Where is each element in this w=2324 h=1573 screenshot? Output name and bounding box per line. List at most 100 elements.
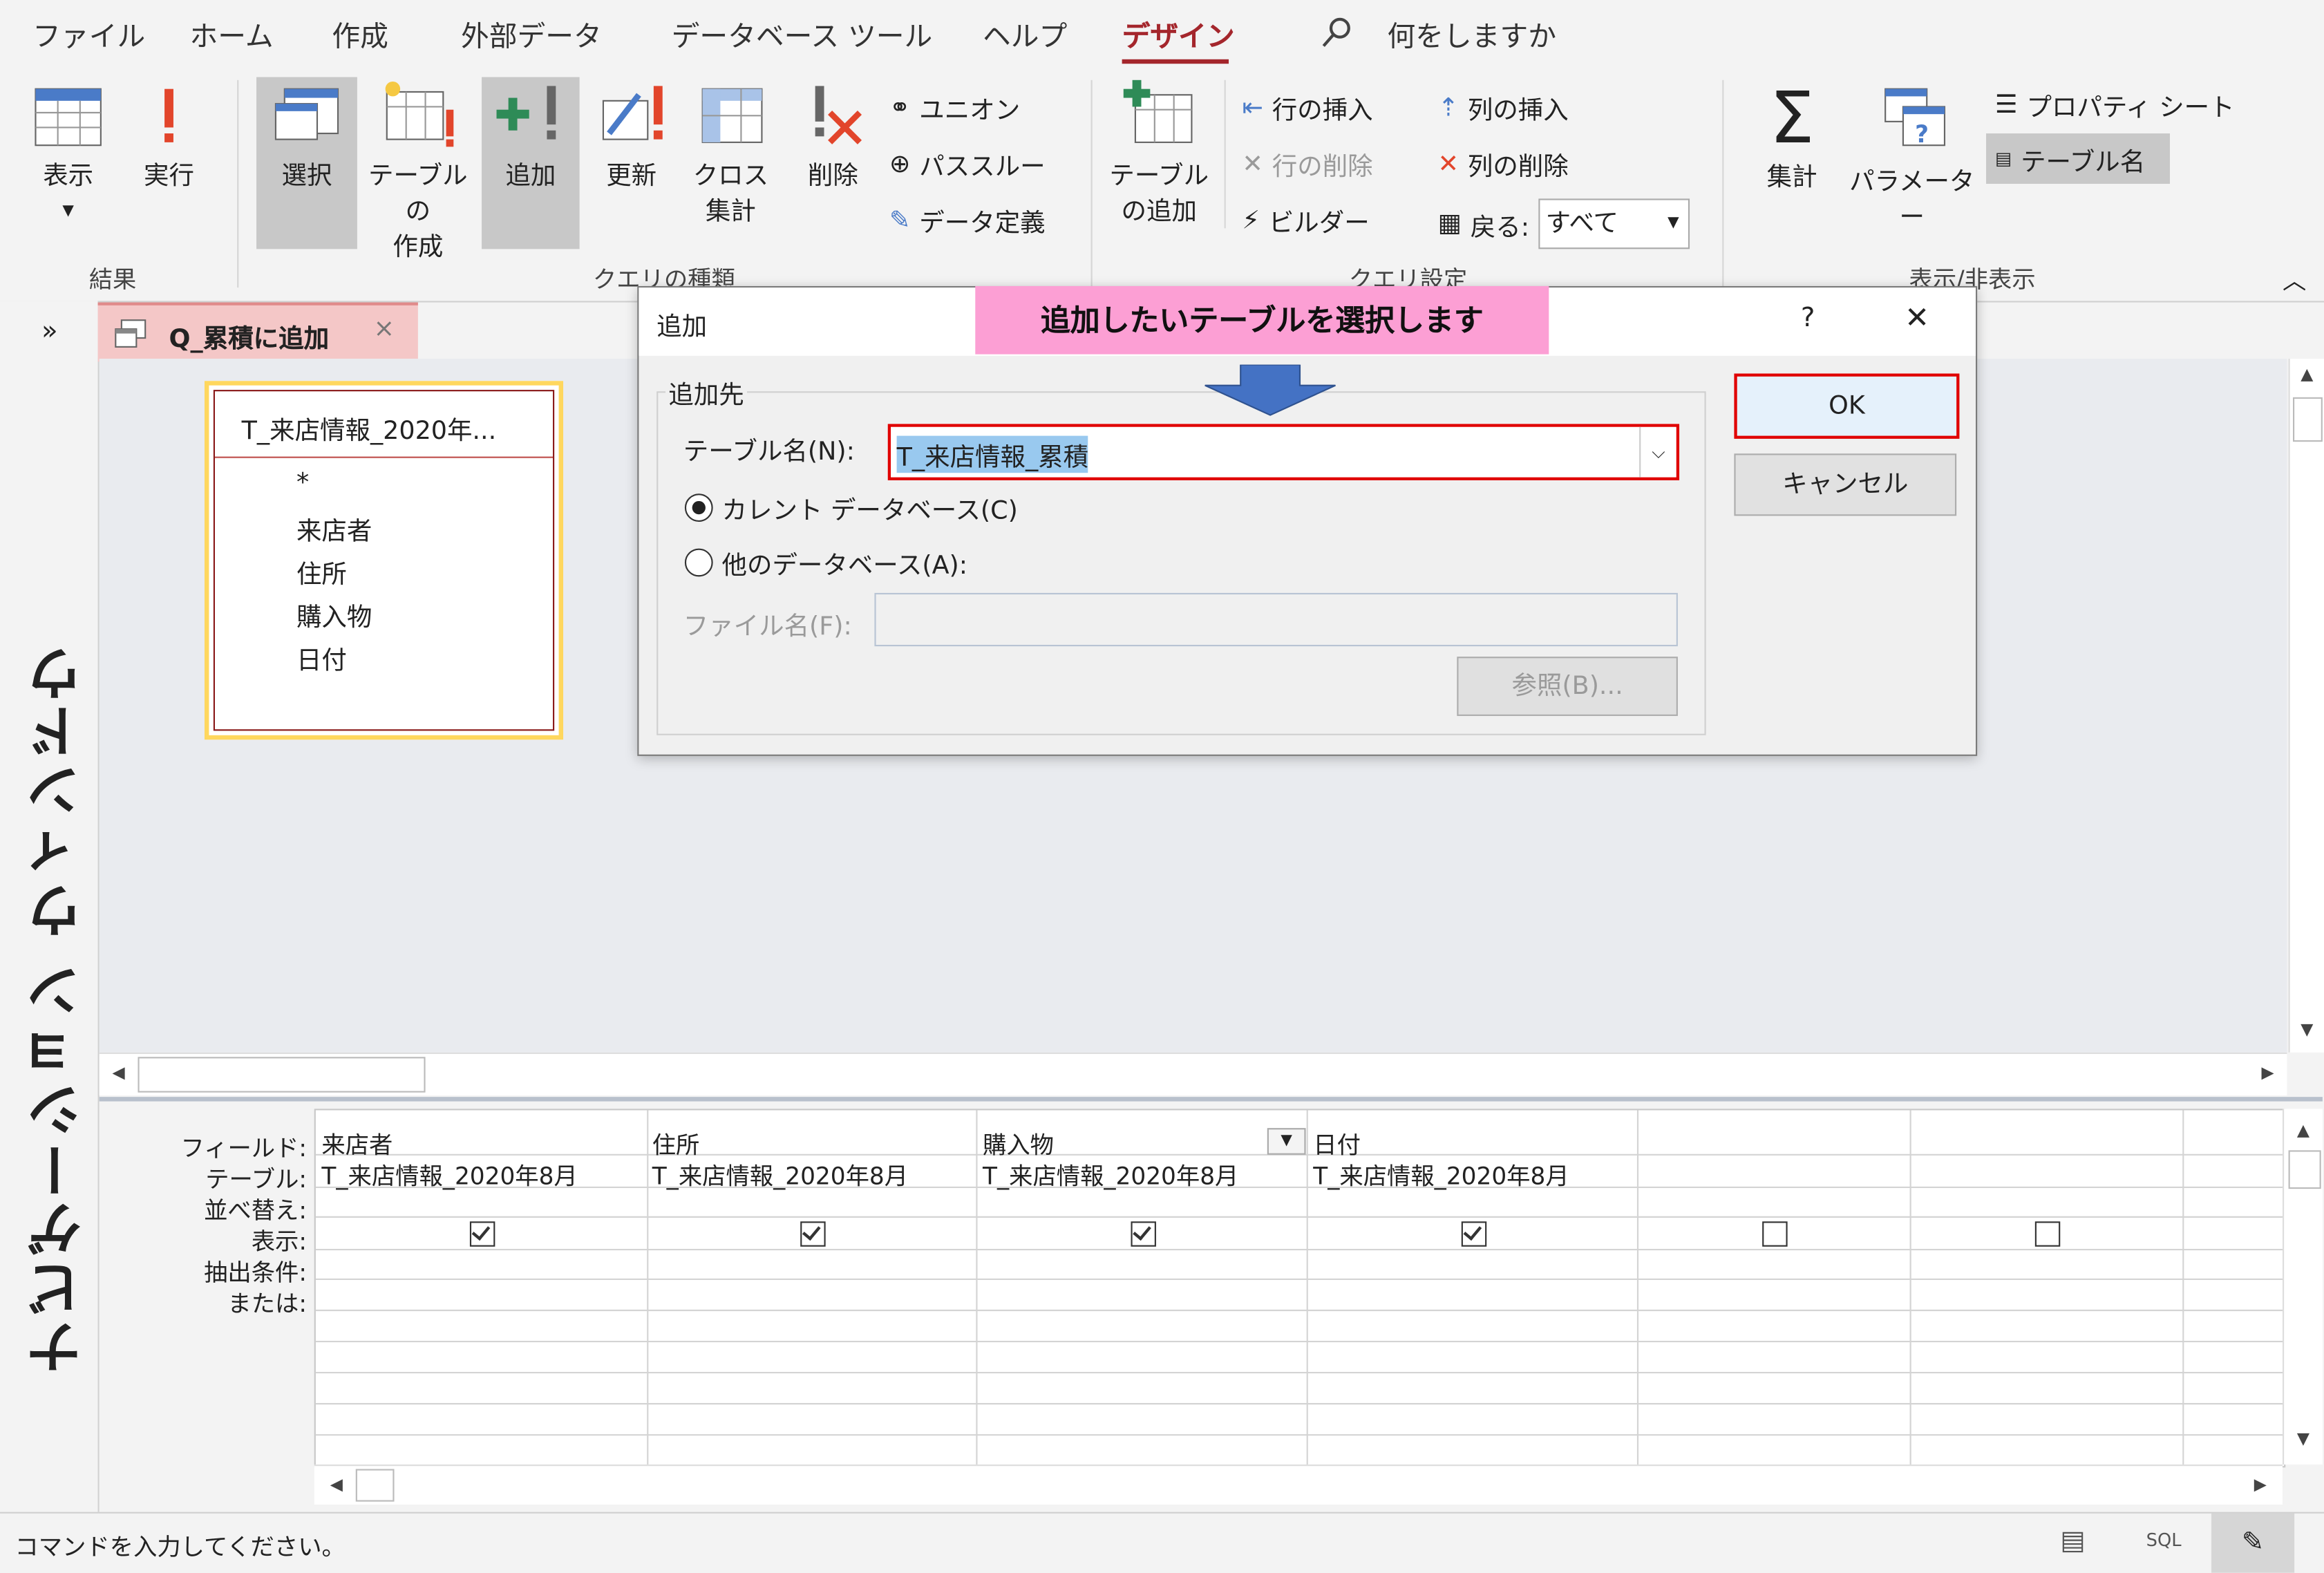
show-checkbox[interactable] xyxy=(469,1221,495,1247)
delete-columns-button[interactable]: ✕ 列の削除 xyxy=(1437,145,1568,182)
menu-design[interactable]: デザイン xyxy=(1122,15,1235,55)
show-checkbox[interactable] xyxy=(1131,1221,1156,1247)
grid-vertical-scrollbar[interactable]: ▲ ▼ xyxy=(2282,1109,2323,1465)
scroll-left-icon[interactable]: ◀ xyxy=(108,1063,129,1082)
return-icon: ▦ xyxy=(1437,209,1462,239)
current-db-radio[interactable] xyxy=(684,493,713,522)
help-icon[interactable]: ? xyxy=(1801,303,1815,334)
menu-bar: ファイル ホーム 作成 外部データ データベース ツール ヘルプ デザイン 何を… xyxy=(0,0,2324,71)
crosstab-query-button[interactable]: クロス 集計 xyxy=(685,77,777,249)
close-icon[interactable]: ✕ xyxy=(1905,299,1929,335)
insert-rows-button[interactable]: ⇤ 行の挿入 xyxy=(1242,89,1372,126)
scroll-thumb[interactable] xyxy=(2293,397,2323,442)
property-sheet-button[interactable]: ☰ プロパティ シート xyxy=(1995,86,2235,123)
scroll-left-icon[interactable]: ◀ xyxy=(326,1475,347,1494)
design-view-icon[interactable]: ✎ xyxy=(2211,1513,2295,1573)
field-date[interactable]: 日付 xyxy=(296,639,347,676)
query-design-grid[interactable]: 来店者 T_来店情報_2020年8月 住所 T_来店情報_2020年8月 購入物… xyxy=(314,1109,2286,1468)
union-button[interactable]: ⚭ ユニオン xyxy=(889,89,1020,126)
grid-horizontal-scrollbar[interactable]: ◀ ▶ xyxy=(314,1464,2283,1505)
tab-query[interactable]: Q_累積に追加 × xyxy=(97,302,418,362)
scroll-thumb[interactable] xyxy=(355,1469,395,1502)
cancel-button[interactable]: キャンセル xyxy=(1734,453,1957,516)
design-vertical-scrollbar[interactable]: ▲ ▼ xyxy=(2288,359,2324,1053)
delete-query-button[interactable]: 削除 xyxy=(795,77,872,249)
append-query-button[interactable]: 追加 xyxy=(482,77,580,249)
grid-table-cell[interactable]: T_来店情報_2020年8月 xyxy=(652,1156,908,1191)
collapse-ribbon-icon[interactable]: ︿ xyxy=(2283,261,2306,296)
menu-database-tools[interactable]: データベース ツール xyxy=(672,15,933,55)
return-select[interactable]: すべて ▼ xyxy=(1538,198,1690,249)
field-dropdown-icon[interactable]: ▼ xyxy=(1267,1128,1306,1155)
nav-expand-icon[interactable]: » xyxy=(41,316,58,347)
delete-rows-button[interactable]: ✕ 行の削除 xyxy=(1242,145,1372,182)
table-field-list[interactable]: T_来店情報_2020年... * 来店者 住所 購入物 日付 xyxy=(204,381,564,740)
dialog-title: 追加 xyxy=(656,312,708,343)
field-all[interactable]: * xyxy=(296,469,309,498)
menu-create[interactable]: 作成 xyxy=(332,15,388,55)
scroll-right-icon[interactable]: ▶ xyxy=(2250,1475,2271,1494)
field-visitor[interactable]: 来店者 xyxy=(296,510,372,547)
scroll-right-icon[interactable]: ▶ xyxy=(2258,1063,2278,1082)
update-query-button[interactable]: 更新 xyxy=(587,77,676,249)
show-checkbox[interactable] xyxy=(800,1221,826,1247)
totals-button[interactable]: Σ 集計 xyxy=(1749,77,1835,249)
browse-button[interactable]: 参照(B)... xyxy=(1457,657,1678,716)
scroll-thumb[interactable] xyxy=(138,1057,426,1093)
make-table-button[interactable]: テーブルの 作成 xyxy=(359,77,478,263)
grid-field-cell[interactable]: 住所 xyxy=(652,1125,700,1160)
menu-file[interactable]: ファイル xyxy=(32,15,145,55)
add-table-button[interactable]: テーブル の追加 xyxy=(1108,77,1209,249)
data-definition-button[interactable]: ✎ データ定義 xyxy=(889,202,1046,238)
other-db-label: 他のデータベース(A): xyxy=(721,551,968,581)
append-query-icon xyxy=(496,86,556,140)
design-horizontal-scrollbar[interactable]: ◀ ▶ xyxy=(99,1052,2287,1096)
sql-view-button[interactable]: SQL xyxy=(2146,1529,2182,1550)
field-address[interactable]: 住所 xyxy=(296,553,347,590)
grid-field-cell[interactable]: 購入物 xyxy=(983,1125,1054,1160)
builder-wand-icon: ⚡ xyxy=(1242,205,1260,235)
menu-help[interactable]: ヘルプ xyxy=(983,15,1067,55)
run-button[interactable]: 実行 xyxy=(133,83,205,231)
grid-table-cell[interactable]: T_来店情報_2020年8月 xyxy=(321,1156,577,1191)
table-name-combobox[interactable]: T_来店情報_累積 ⌵ xyxy=(887,424,1680,480)
grid-table-cell[interactable]: T_来店情報_2020年8月 xyxy=(983,1156,1238,1191)
scroll-thumb[interactable] xyxy=(2288,1150,2321,1189)
search-icon[interactable] xyxy=(1319,15,1354,56)
file-name-input[interactable] xyxy=(874,592,1678,647)
insert-columns-button[interactable]: ⇡ 列の挿入 xyxy=(1437,89,1568,126)
delete-columns-label: 列の削除 xyxy=(1467,152,1569,182)
scroll-up-icon[interactable]: ▲ xyxy=(2284,1120,2323,1140)
show-checkbox[interactable] xyxy=(2034,1221,2061,1247)
navigation-pane-title[interactable]: ナビゲーション ウィンドウ xyxy=(18,642,100,1376)
ok-button[interactable]: OK xyxy=(1734,373,1960,439)
tab-label: Q_累積に追加 xyxy=(169,324,330,355)
grid-field-cell[interactable]: 日付 xyxy=(1313,1125,1361,1160)
scroll-down-icon[interactable]: ▼ xyxy=(2284,1429,2323,1449)
field-purchase[interactable]: 購入物 xyxy=(296,596,372,633)
tab-close-icon[interactable]: × xyxy=(373,314,395,344)
table-names-label: テーブル名 xyxy=(2021,147,2146,178)
grid-field-cell[interactable]: 来店者 xyxy=(321,1125,393,1160)
select-label: 選択 xyxy=(281,161,332,191)
grid-table-cell[interactable]: T_来店情報_2020年8月 xyxy=(1313,1156,1569,1191)
datasheet-view-icon[interactable]: ▤ xyxy=(2060,1525,2085,1556)
show-checkbox[interactable] xyxy=(1762,1221,1788,1247)
scroll-down-icon[interactable]: ▼ xyxy=(2290,1020,2324,1039)
parameters-button[interactable]: ? パラメーター xyxy=(1844,77,1980,249)
table-names-button[interactable]: ▤ テーブル名 xyxy=(1986,133,2170,184)
builder-button[interactable]: ⚡ ビルダー xyxy=(1242,202,1369,238)
view-button[interactable]: 表示 ▼ xyxy=(21,83,115,231)
scroll-up-icon[interactable]: ▲ xyxy=(2290,365,2324,384)
menu-home[interactable]: ホーム xyxy=(190,15,274,55)
make-table-icon xyxy=(385,81,454,147)
totals-label: 集計 xyxy=(1766,162,1817,193)
other-db-radio[interactable] xyxy=(684,548,713,577)
menu-external-data[interactable]: 外部データ xyxy=(461,15,602,55)
union-icon: ⚭ xyxy=(889,93,911,122)
chevron-down-icon[interactable]: ⌵ xyxy=(1639,426,1676,478)
select-query-button[interactable]: 選択 xyxy=(256,77,357,249)
show-checkbox[interactable] xyxy=(1461,1221,1487,1247)
tell-me-search[interactable]: 何をしますか xyxy=(1388,15,1557,55)
passthrough-button[interactable]: ⊕ パススルー xyxy=(889,145,1046,182)
